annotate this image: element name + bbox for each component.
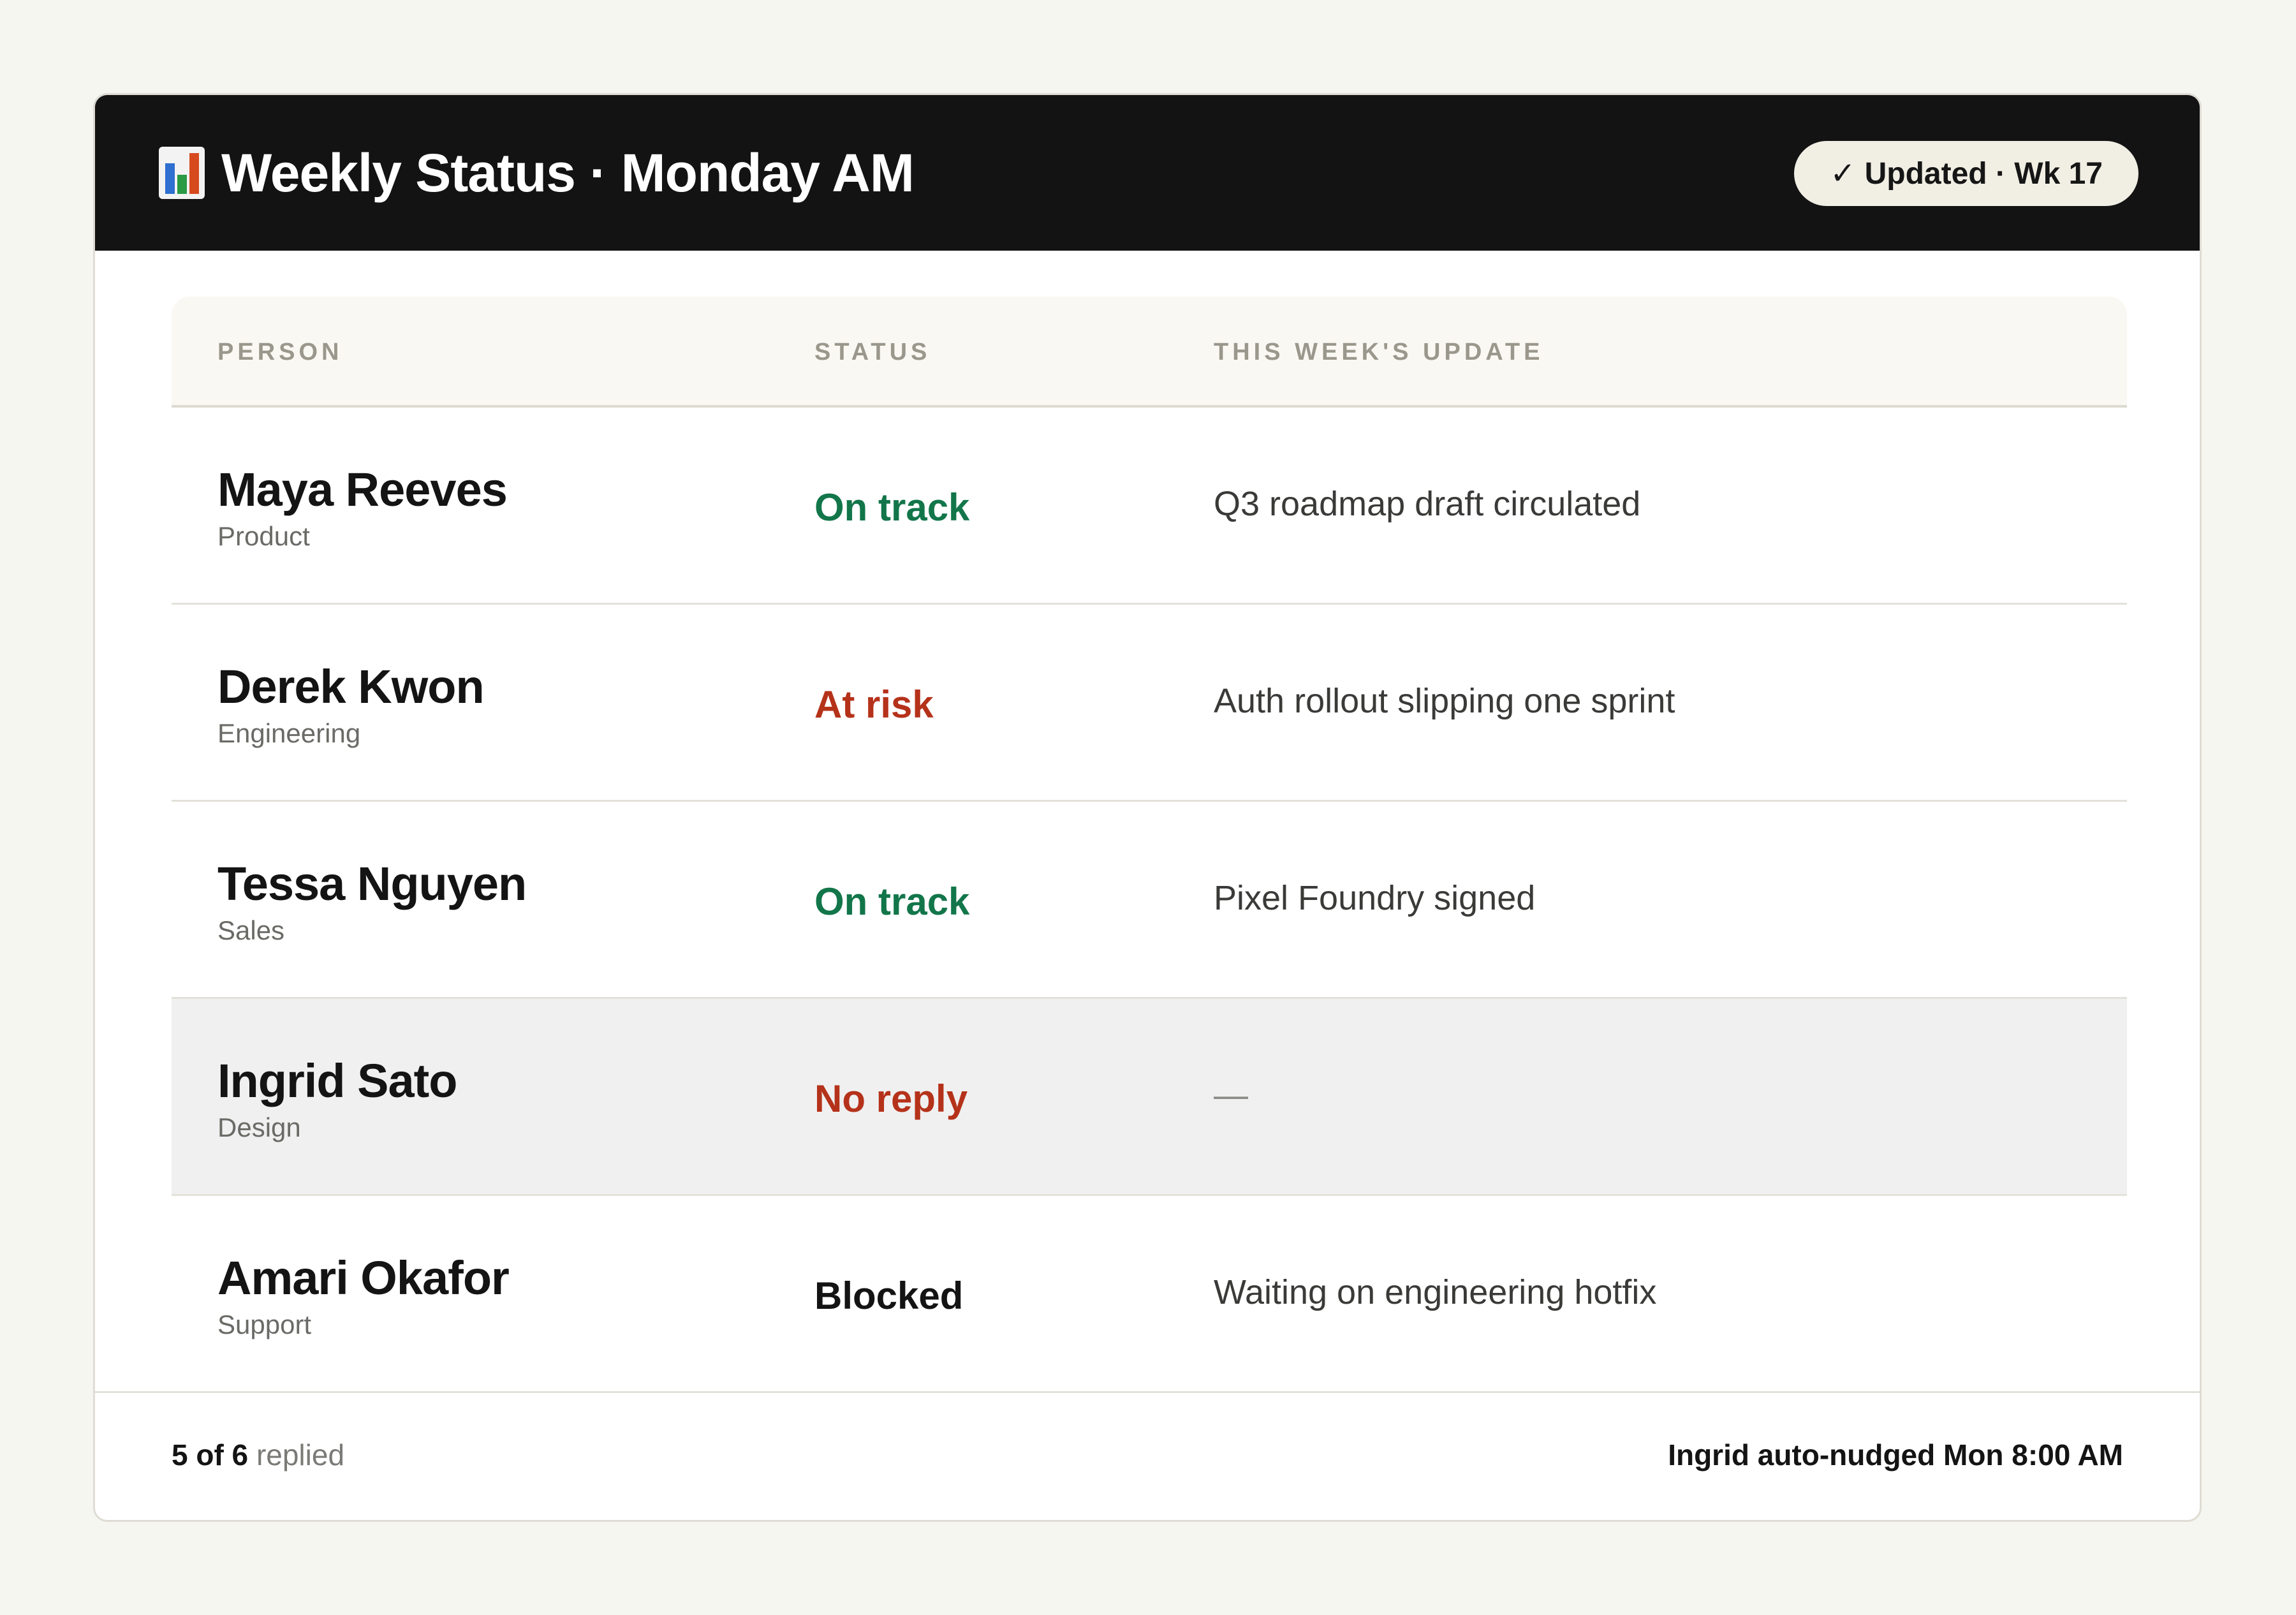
status-label: No reply [814, 1077, 968, 1120]
update-text: Pixel Foundry signed [1214, 879, 1536, 917]
table-row[interactable]: Tessa Nguyen Sales On track Pixel Foundr… [172, 802, 2127, 999]
table-header: PERSON STATUS THIS WEEK'S UPDATE [172, 297, 2127, 408]
bar-chart-icon [159, 147, 205, 199]
title-group: Weekly Status · Monday AM [159, 95, 915, 251]
replied-count: 5 of 6 [172, 1438, 249, 1471]
table-row[interactable]: Amari Okafor Support Blocked Waiting on … [172, 1196, 2127, 1391]
column-header-update: THIS WEEK'S UPDATE [1214, 339, 1544, 365]
status-card: Weekly Status · Monday AM ✓ Updated · Wk… [93, 93, 2202, 1522]
card-footer: 5 of 6 replied Ingrid auto-nudged Mon 8:… [95, 1391, 2200, 1520]
column-header-person: PERSON [217, 339, 343, 365]
person-name: Tessa Nguyen [217, 857, 527, 910]
column-header-status: STATUS [814, 339, 931, 365]
table-row-highlighted[interactable]: Ingrid Sato Design No reply — [172, 999, 2127, 1196]
status-table: PERSON STATUS THIS WEEK'S UPDATE Maya Re… [172, 297, 2127, 1391]
update-text: Q3 roadmap draft circulated [1214, 485, 1641, 523]
person-name: Maya Reeves [217, 463, 508, 516]
person-department: Product [217, 521, 310, 551]
nudge-note: Ingrid auto-nudged Mon 8:00 AM [1668, 1438, 2123, 1471]
updated-badge: ✓ Updated · Wk 17 [1794, 141, 2138, 206]
replied-summary: 5 of 6 replied [172, 1438, 344, 1472]
person-department: Sales [217, 915, 285, 945]
bar-chart-icon-bar [177, 175, 187, 194]
status-label: At risk [814, 683, 934, 726]
status-label: On track [814, 880, 970, 923]
status-label: Blocked [814, 1274, 964, 1317]
table-row[interactable]: Derek Kwon Engineering At risk Auth roll… [172, 605, 2127, 802]
person-name: Amari Okafor [217, 1251, 510, 1304]
status-label: On track [814, 486, 970, 529]
check-icon: ✓ [1830, 156, 1856, 191]
updated-badge-label: Updated · Wk 17 [1864, 156, 2103, 191]
person-name: Derek Kwon [217, 660, 485, 713]
bar-chart-icon-bar [189, 153, 199, 194]
update-text: — [1214, 1076, 1248, 1114]
replied-label: replied [256, 1438, 345, 1471]
person-department: Design [217, 1112, 301, 1142]
page-title: Weekly Status · Monday AM [221, 142, 915, 203]
update-text: Auth rollout slipping one sprint [1214, 682, 1675, 720]
update-text: Waiting on engineering hotfix [1214, 1273, 1657, 1311]
person-department: Support [217, 1309, 312, 1339]
person-name: Ingrid Sato [217, 1054, 457, 1107]
card-header: Weekly Status · Monday AM ✓ Updated · Wk… [95, 95, 2200, 251]
person-department: Engineering [217, 718, 361, 748]
table-row[interactable]: Maya Reeves Product On track Q3 roadmap … [172, 408, 2127, 605]
bar-chart-icon-bar [165, 163, 175, 194]
